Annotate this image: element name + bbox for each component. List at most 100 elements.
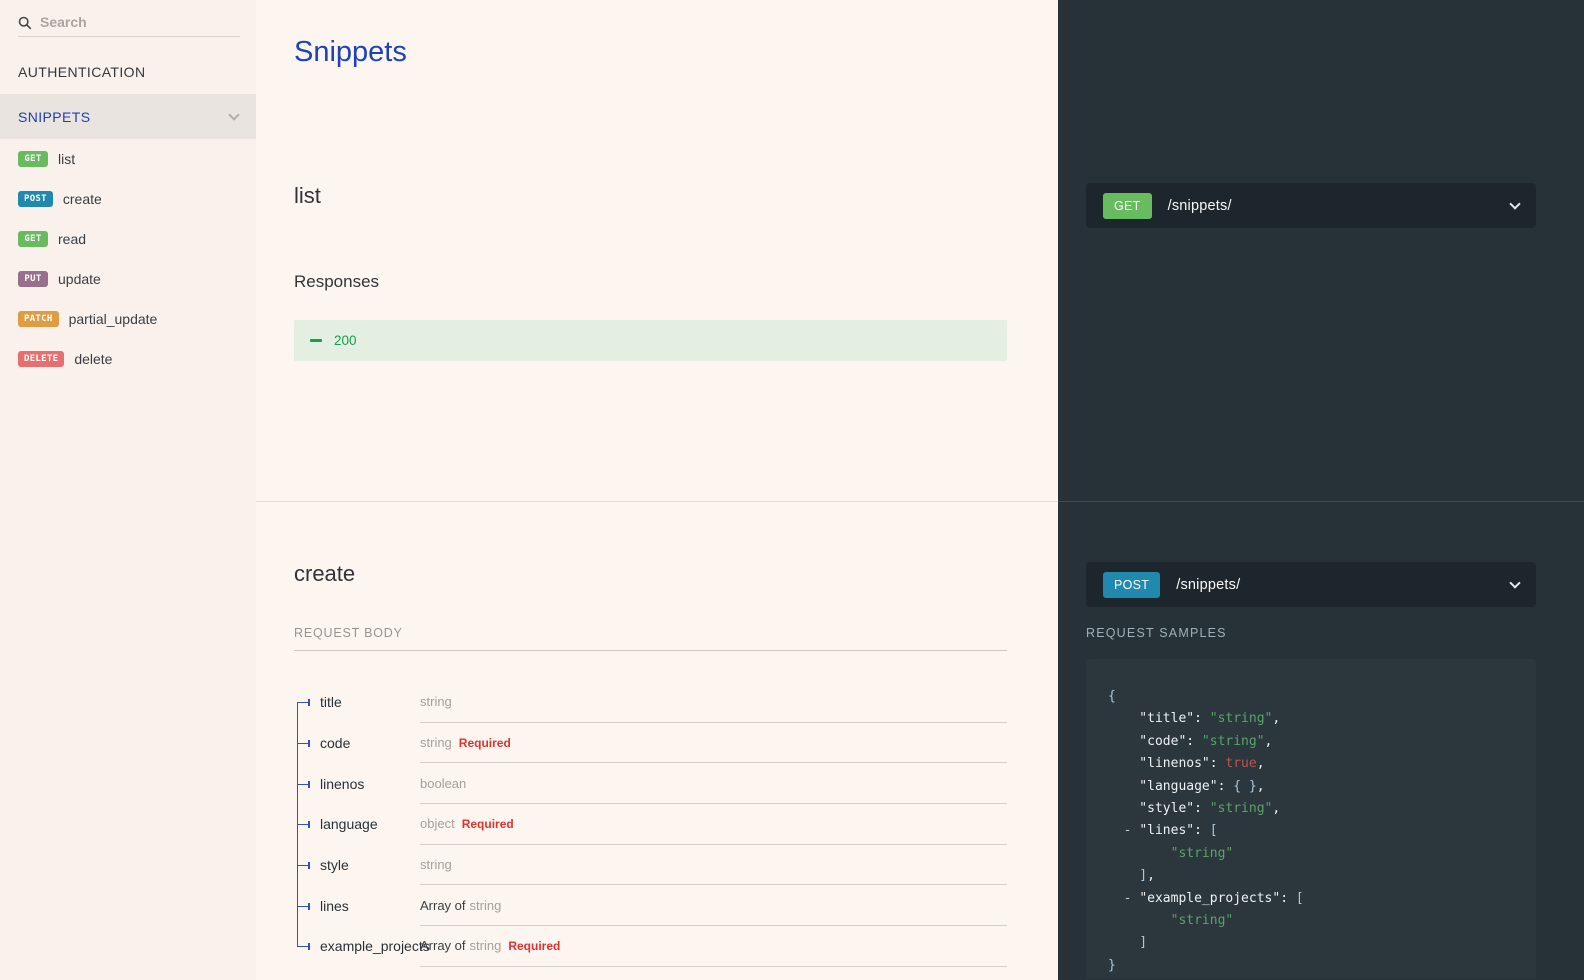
field-row-style: stylestring [294,845,1007,886]
method-badge-patch: PATCH [18,311,59,327]
method-badge-get: GET [1103,193,1152,219]
chevron-down-icon [1509,577,1520,588]
field-type-name: string [420,857,452,872]
method-badge-put: PUT [18,271,48,287]
field-type-prefix: Array of [420,938,466,953]
field-type-name: string [420,694,452,709]
tree-branch-icon [294,885,320,926]
field-type-name: object [420,816,455,831]
sidebar-item-update[interactable]: PUTupdate [0,259,256,299]
section-list: Snippets list Responses 200 [256,0,1058,502]
field-name: linenos [320,776,420,792]
method-badge-post: POST [18,191,53,207]
content-area: Snippets list Responses 200 create REQUE… [256,0,1058,980]
responses-heading: Responses [294,272,379,292]
required-badge: Required [459,736,511,750]
field-name: example_projects [320,938,420,954]
tree-branch-icon [294,723,320,764]
method-badge-delete: DELETE [18,351,64,367]
samples-section-create: POST /snippets/ REQUEST SAMPLES { "title… [1058,502,1584,979]
sidebar-item-delete[interactable]: DELETE delete [0,339,256,379]
sidebar-item-list[interactable]: GET list [0,139,256,179]
operation-title-create: create [294,561,355,587]
operation-label: read [58,231,86,247]
endpoint-path: /snippets/ [1176,577,1240,593]
search-row [0,0,256,37]
code-line: { [1108,686,1514,708]
code-line: - "lines": [ [1108,820,1514,842]
field-row-code: codestring Required [294,723,1007,764]
field-row-language: languageobject Required [294,804,1007,845]
operation-label: delete [74,351,112,367]
request-body-label: REQUEST BODY [294,626,403,640]
page-title: Snippets [294,36,407,69]
search-input[interactable] [40,12,240,34]
code-line: "style": "string", [1108,798,1514,820]
field-row-lines: linesArray of string [294,885,1007,926]
operation-label: partial_update [69,311,158,327]
field-type-prefix: Array of [420,898,466,913]
field-type-name: string [420,735,452,750]
request-body-fields: titlestringcodestringRequiredlinenosbool… [294,682,1007,967]
collapse-minus-icon [310,339,322,342]
tree-branch-icon [294,682,320,723]
field-type: string [420,682,1007,723]
sidebar-item-create[interactable]: POST create [0,179,256,219]
request-body-header: REQUEST BODY [294,624,1007,651]
code-line: "linenos": true, [1108,753,1514,775]
code-line: "string" [1108,910,1514,932]
response-code: 200 [334,333,357,348]
method-badge-get: GET [18,231,48,247]
sidebar-item-snippets[interactable]: SNIPPETS [0,94,256,139]
field-name: language [320,816,420,832]
sidebar-group-label: AUTHENTICATION [18,64,145,80]
code-line: "title": "string", [1108,708,1514,730]
field-row-linenos: linenosboolean [294,763,1007,804]
section-create: create REQUEST BODY titlestringcodestrin… [256,502,1058,979]
field-type: Array of string [420,885,1007,926]
field-row-title: titlestring [294,682,1007,723]
samples-section-list: GET /snippets/ [1058,0,1584,502]
method-badge-get: GET [18,151,48,167]
sidebar-item-partial_update[interactable]: PATCH partial_update [0,299,256,339]
field-type-name: string [470,938,502,953]
field-type-name: boolean [420,776,466,791]
code-line: "language": { }, [1108,776,1514,798]
sidebar: AUTHENTICATION SNIPPETS GET list POST creat… [0,0,256,980]
code-line: ], [1108,865,1514,887]
endpoint-path: /snippets/ [1168,198,1232,214]
required-badge: Required [462,817,514,831]
chevron-down-icon [228,109,239,120]
code-line: - "example_projects": [ [1108,888,1514,910]
field-type-name: string [470,898,502,913]
endpoint-bar-post[interactable]: POST /snippets/ [1086,562,1536,607]
field-type: string Required [420,723,1007,764]
sidebar-item-authentication[interactable]: AUTHENTICATION [0,49,256,94]
sidebar-item-read[interactable]: GET read [0,219,256,259]
code-line: "string" [1108,843,1514,865]
search-icon [18,16,32,30]
endpoint-bar-get[interactable]: GET /snippets/ [1086,183,1536,228]
required-badge: Required [508,939,560,953]
code-line: } [1108,955,1514,977]
method-badge-post: POST [1103,572,1160,598]
operation-label: create [63,191,102,207]
operation-label: list [58,151,75,167]
sidebar-operations-list: GET list POST create GET read PUTupdate PATCH pa… [0,139,256,379]
sidebar-group-label: SNIPPETS [18,109,90,125]
search-box [18,12,240,37]
samples-panel: GET /snippets/ POST /snippets/ REQUEST S… [1058,0,1584,980]
operation-title-list: list [294,183,321,209]
field-type: string [420,845,1007,886]
field-type: object Required [420,804,1007,845]
tree-branch-icon [294,926,320,967]
code-line: "code": "string", [1108,731,1514,753]
field-name: lines [320,898,420,914]
field-type: boolean [420,763,1007,804]
field-name: code [320,735,420,751]
field-name: style [320,857,420,873]
chevron-down-icon [1509,198,1520,209]
request-samples-label: REQUEST SAMPLES [1086,626,1227,640]
response-row-200[interactable]: 200 [294,320,1007,361]
request-sample-code: { "title": "string", "code": "string", "… [1086,659,1536,979]
